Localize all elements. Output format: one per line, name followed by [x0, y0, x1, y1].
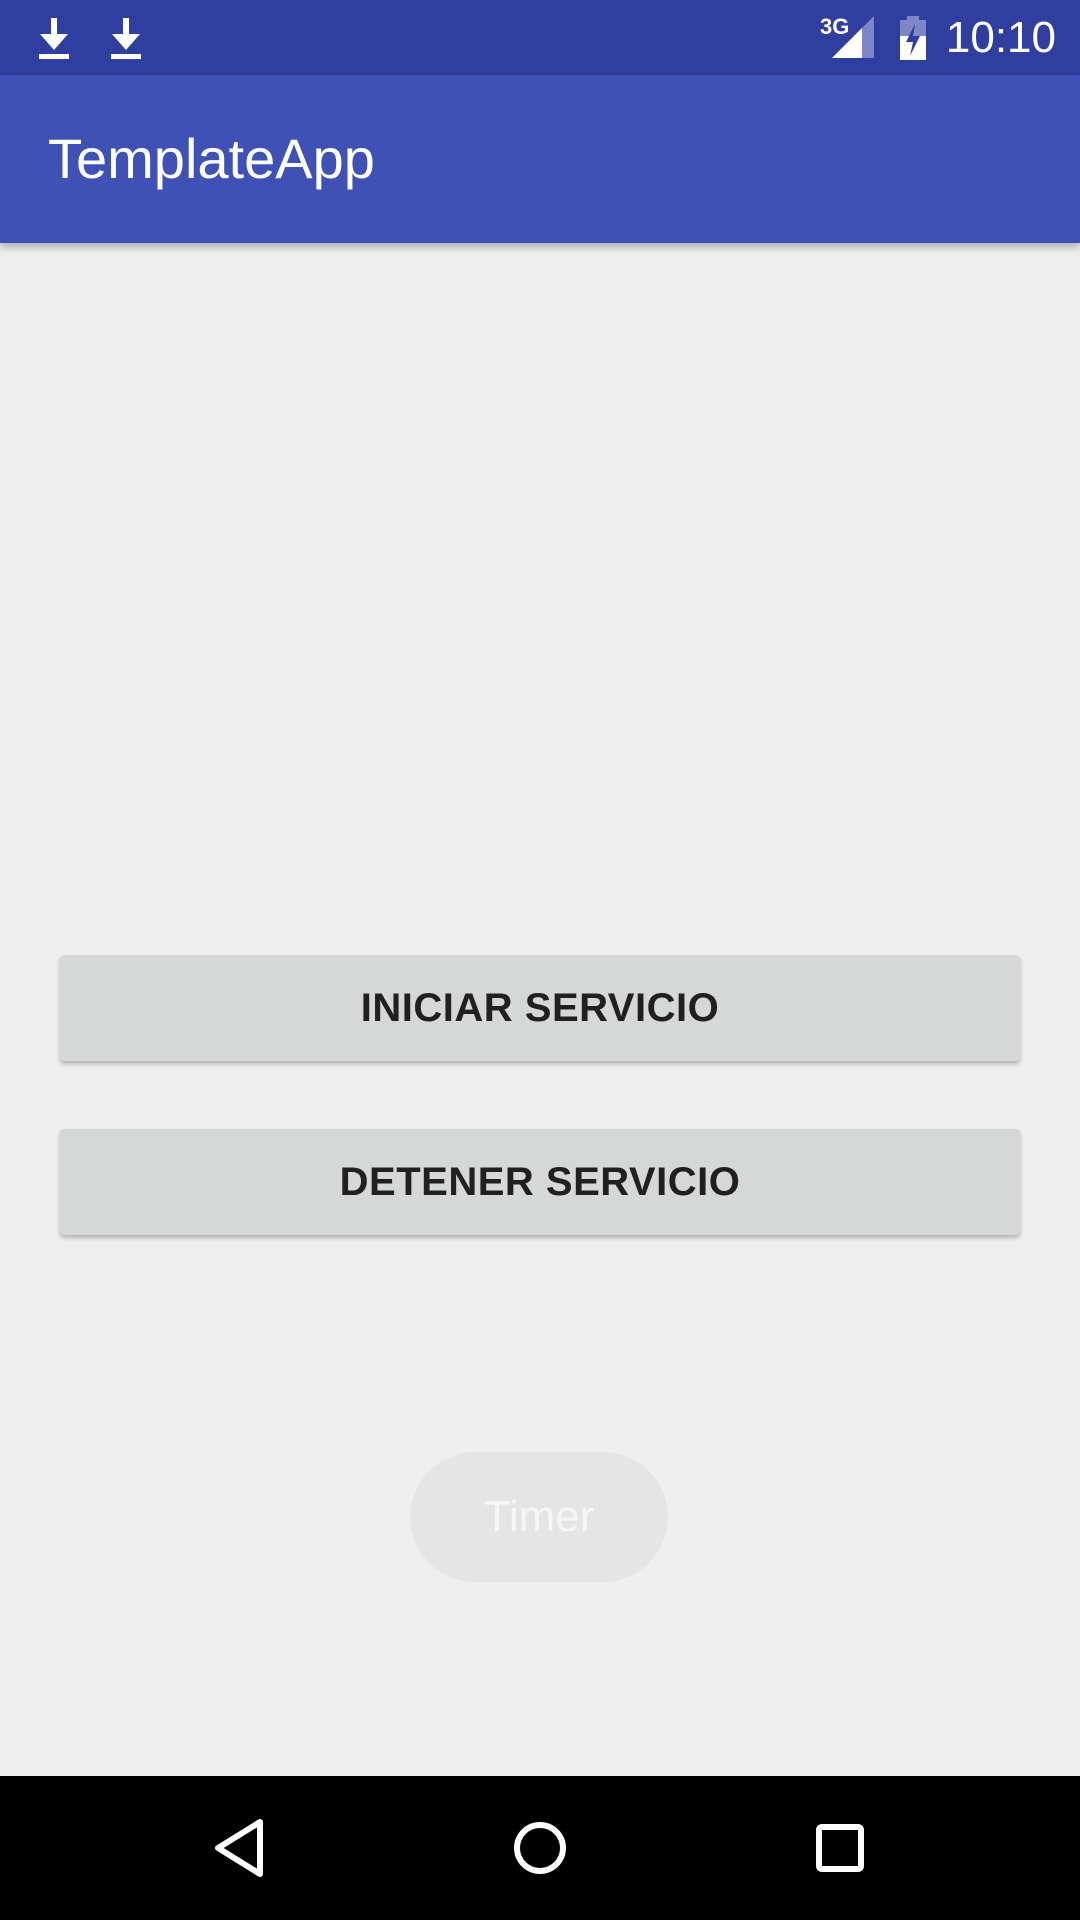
home-icon[interactable]: [500, 1808, 580, 1888]
screen: 3G 10:10 TemplateApp INICIAR SERVICIO DE…: [0, 0, 1080, 1920]
battery-charging-icon: [900, 16, 926, 60]
stop-service-button[interactable]: DETENER SERVICIO: [60, 1129, 1020, 1235]
clock: 10:10: [945, 13, 1056, 62]
download-icon: [111, 18, 141, 59]
back-icon[interactable]: [200, 1808, 280, 1888]
app-title: TemplateApp: [48, 127, 375, 190]
recents-icon[interactable]: [800, 1808, 880, 1888]
download-icon: [39, 18, 69, 59]
timer-button[interactable]: Timer: [410, 1452, 668, 1582]
navigation-bar: [0, 1776, 1080, 1920]
start-service-button[interactable]: INICIAR SERVICIO: [60, 955, 1020, 1061]
signal-icon: [832, 16, 874, 58]
app-bar: TemplateApp: [0, 75, 1080, 243]
status-bar: 3G 10:10: [0, 0, 1080, 75]
